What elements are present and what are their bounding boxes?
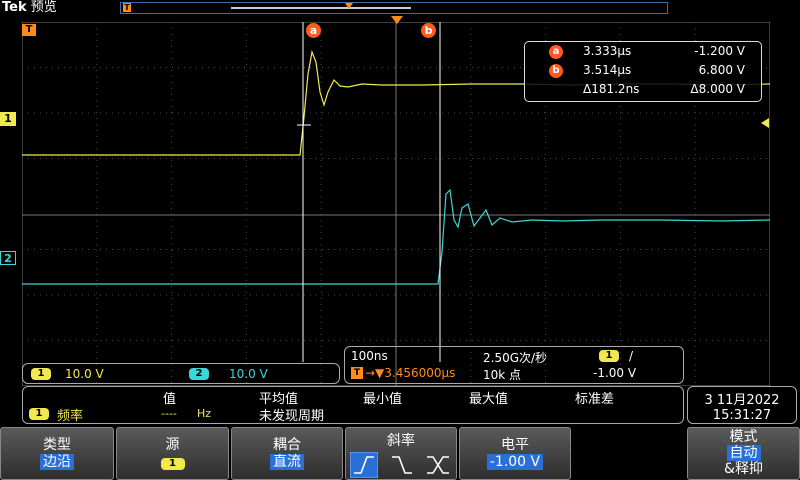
trigger-level-readout: -1.00 V [593, 366, 637, 380]
cursor-delta-time: Δ181.2ns [583, 82, 640, 96]
type-button[interactable]: 类型 边沿 [0, 427, 114, 480]
type-title: 类型 [43, 437, 71, 453]
record-view-bar[interactable]: T [120, 2, 668, 14]
meas-status: 未发现周期 [259, 409, 325, 424]
measurement-panel[interactable]: 值 平均值 最小值 最大值 标准差 1 频率 ---- Hz 未发现周期 [22, 386, 684, 424]
mode-label: 预览 [30, 0, 57, 15]
sample-rate: 2.50G次/秒 [483, 351, 548, 365]
col-min: 最小值 [363, 392, 403, 407]
rising-slope-icon[interactable] [350, 452, 378, 478]
col-max: 最大值 [469, 392, 509, 407]
cursor-b-volt: 6.800 V [698, 63, 745, 77]
record-length: 10k 点 [483, 368, 522, 382]
cursor-delta-volt: Δ8.000 V [690, 82, 745, 96]
cursor-a-badge[interactable]: a [306, 23, 321, 38]
horizontal-position: →▼3.456000µs [365, 366, 456, 380]
coupling-title: 耦合 [273, 437, 301, 453]
source-title: 源 [165, 437, 180, 453]
ch1-scale[interactable]: 10.0 V [65, 367, 104, 381]
timebase-panel[interactable]: 100ns 2.50G次/秒 1 / T →▼3.456000µs 10k 点 … [344, 346, 684, 384]
slope-button[interactable]: 斜率 [345, 427, 457, 480]
cursor-a-time: 3.333µs [583, 44, 632, 58]
slope-title: 斜率 [387, 433, 415, 449]
cursor-b-badge[interactable]: b [421, 23, 436, 38]
readout-b-badge: b [549, 64, 563, 78]
mode-value: 自动 [726, 445, 761, 461]
ch2-ground-marker[interactable]: 2 [0, 251, 16, 265]
ch2-chip[interactable]: 2 [189, 368, 209, 380]
trigger-t-marker[interactable]: T [22, 24, 36, 36]
level-value: -1.00 V [486, 454, 544, 470]
trigger-position-marker[interactable] [391, 16, 403, 24]
col-value: 值 [163, 392, 177, 407]
channel-scale-bar[interactable]: 1 10.0 V 2 10.0 V [22, 363, 340, 384]
level-button[interactable]: 电平 -1.00 V [459, 427, 571, 480]
date: 3 11月2022 [704, 393, 780, 408]
mode-button[interactable]: 模式 自动 &释抑 [687, 427, 800, 480]
trigger-position-icon: T [351, 367, 363, 379]
trigger-level-marker[interactable] [761, 118, 769, 128]
either-slope-icon[interactable] [424, 452, 452, 478]
trigger-source-chip: 1 [599, 350, 619, 362]
mode-title: 模式 [729, 429, 758, 445]
coupling-value: 直流 [270, 454, 304, 470]
horizontal-scale: 100ns [351, 349, 388, 363]
time: 15:31:27 [712, 408, 772, 423]
trigger-position-icon: T [123, 3, 131, 12]
cursor-a-volt: -1.200 V [694, 44, 745, 58]
trigger-point-icon [345, 3, 353, 9]
ch1-chip[interactable]: 1 [31, 368, 51, 380]
col-stddev: 标准差 [575, 392, 615, 407]
meas-unit: Hz [197, 407, 212, 420]
ch1-ground-marker[interactable]: 1 [0, 112, 16, 126]
ch2-scale[interactable]: 10.0 V [229, 367, 268, 381]
type-value: 边沿 [40, 454, 74, 470]
mode-holdoff: &释抑 [724, 461, 763, 477]
source-button[interactable]: 源1 [116, 427, 229, 480]
cursor-b-time: 3.514µs [583, 63, 632, 77]
record-window [231, 7, 411, 9]
meas-value: ---- [161, 407, 177, 420]
readout-a-badge: a [549, 45, 563, 59]
falling-slope-icon[interactable] [388, 452, 416, 478]
level-title: 电平 [501, 437, 529, 453]
trigger-slope-indicator: / [629, 349, 634, 363]
brand-label: Tek 预览 [2, 0, 57, 15]
meas-name: 频率 [57, 409, 84, 424]
clock-panel: 3 11月2022 15:31:27 [687, 386, 797, 424]
meas-source-chip: 1 [29, 408, 49, 420]
source-value: 1 [160, 458, 185, 470]
coupling-button[interactable]: 耦合 直流 [231, 427, 343, 480]
cursor-readout: a 3.333µs -1.200 V b 3.514µs 6.800 V Δ18… [524, 41, 762, 102]
